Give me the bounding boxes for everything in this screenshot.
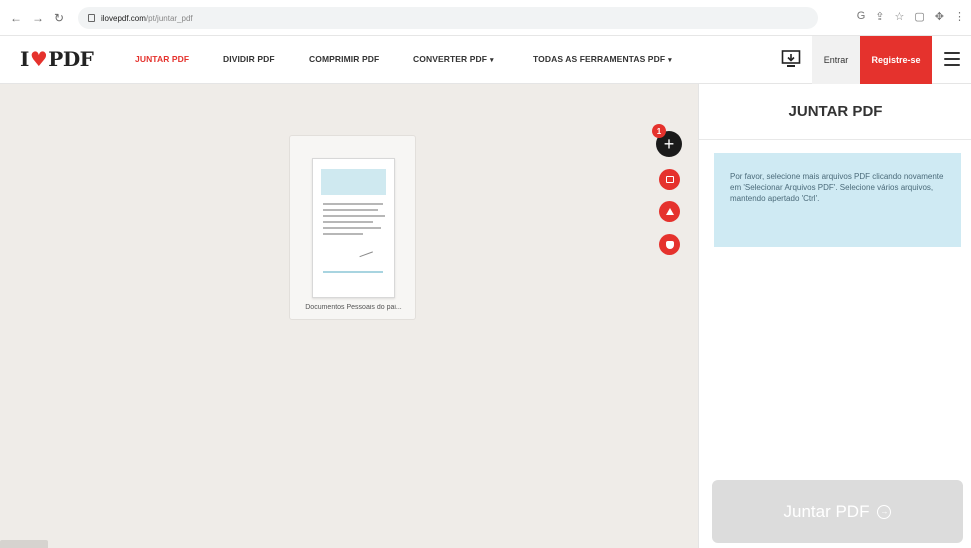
chevron-down-icon: ▾ [490,57,494,64]
login-button[interactable]: Entrar [812,36,860,84]
google-lens-icon[interactable]: G [857,10,866,23]
sidebar-title: JUNTAR PDF [699,84,971,140]
upload-from-dropbox-button[interactable] [659,234,680,255]
url-path: /pt/juntar_pdf [145,13,193,23]
desktop-download-icon[interactable] [781,49,801,69]
upload-from-computer-button[interactable] [659,169,680,190]
sidebar-icon[interactable]: ▢ [914,10,924,23]
nav-dividir-pdf[interactable]: DIVIDIR PDF [223,54,275,64]
pdf-file-card[interactable]: Documentos Pessoais do pai... [289,135,416,320]
pdf-thumbnail [312,158,395,298]
reload-icon[interactable]: ↻ [54,11,64,25]
signup-button[interactable]: Registre-se [860,36,932,84]
ilovepdf-logo[interactable]: I ♥ PDF [20,47,94,71]
tool-sidebar: JUNTAR PDF Por favor, selecione mais arq… [698,84,971,548]
menu-kebab-icon[interactable]: ⋮ [954,10,965,23]
star-icon[interactable]: ☆ [895,10,905,23]
heart-icon: ♥ [29,47,48,71]
arrow-circle-icon: → [877,504,892,519]
lock-icon [88,14,95,22]
nav-converter-pdf[interactable]: CONVERTER PDF ▾ [413,54,494,64]
corner-tab [0,540,48,548]
info-message: Por favor, selecione mais arquivos PDF c… [714,153,961,247]
forward-arrow-icon[interactable]: → [32,11,44,25]
nav-todas-ferramentas[interactable]: TODAS AS FERRAMENTAS PDF ▾ [533,54,672,64]
dropbox-icon [665,240,674,249]
site-header: I ♥ PDF JUNTAR PDF DIVIDIR PDF COMPRIMIR… [0,36,971,84]
address-bar[interactable]: ilovepdf.com/pt/juntar_pdf [78,7,818,29]
back-arrow-icon[interactable]: ← [10,11,22,25]
upload-from-google-drive-button[interactable] [659,201,680,222]
extensions-icon[interactable]: ✥ [935,10,944,23]
browser-nav-buttons: ← → ↻ [0,11,80,25]
plus-icon: + [663,134,675,154]
browser-actions: G ⇪ ☆ ▢ ✥ ⋮ [857,10,965,23]
url-domain: ilovepdf.com [101,13,146,23]
logo-pdf: PDF [48,47,94,71]
nav-comprimir-pdf[interactable]: COMPRIMIR PDF [309,54,379,64]
browser-toolbar: ← → ↻ ilovepdf.com/pt/juntar_pdf G ⇪ ☆ ▢… [0,0,971,36]
google-drive-icon [665,208,674,215]
share-icon[interactable]: ⇪ [875,10,884,23]
signature-mark [357,244,373,258]
hamburger-menu-icon[interactable] [944,52,960,66]
nav-juntar-pdf[interactable]: JUNTAR PDF [135,54,189,64]
file-name-label: Documentos Pessoais do pai... [305,304,402,311]
logo-i: I [20,47,29,71]
computer-icon [665,176,674,183]
chevron-down-icon: ▾ [668,57,672,64]
file-count-badge: 1 [652,124,666,138]
merge-pdf-label: Juntar PDF [783,501,870,521]
merge-pdf-button[interactable]: Juntar PDF → [712,480,963,543]
file-workspace: Documentos Pessoais do pai... + 1 [0,84,698,548]
